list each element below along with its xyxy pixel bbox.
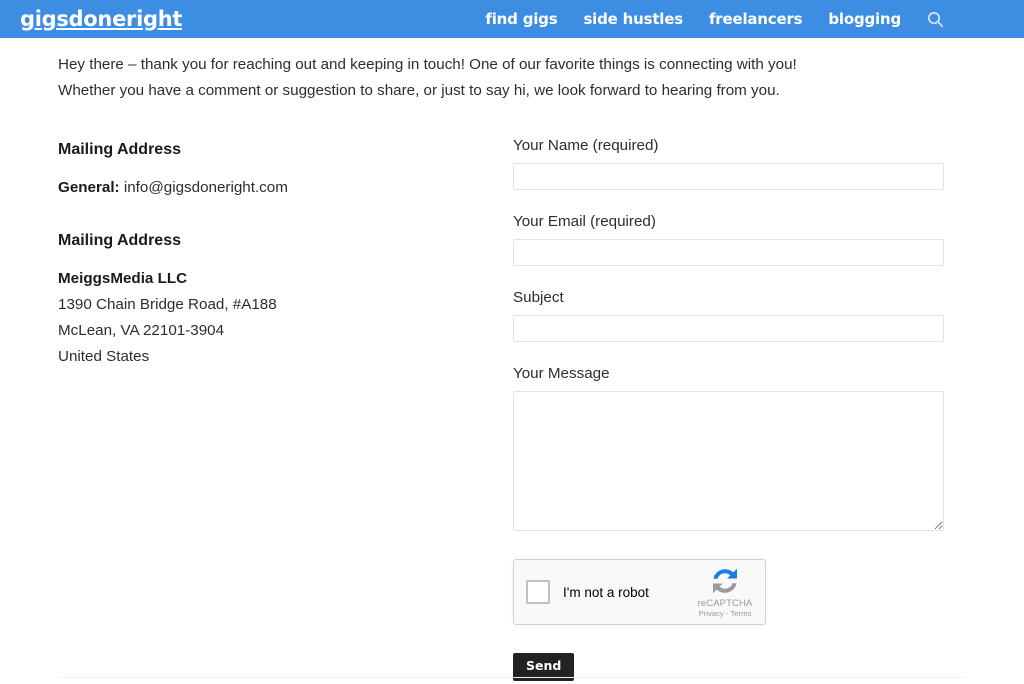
subject-label: Subject: [513, 289, 564, 306]
page-content: Hey there – thank you for reaching out a…: [0, 38, 1024, 681]
message-textarea[interactable]: [513, 391, 944, 531]
email-input[interactable]: [513, 239, 944, 266]
intro-paragraph: Hey there – thank you for reaching out a…: [58, 56, 797, 99]
email-label: Your Email (required): [513, 213, 656, 230]
mailing-address-heading-1: Mailing Address: [58, 141, 181, 158]
nav-blogging[interactable]: blogging: [828, 10, 901, 28]
recaptcha-icon: [713, 568, 737, 594]
subject-input[interactable]: [513, 315, 944, 342]
name-input[interactable]: [513, 163, 944, 190]
contact-details-column: Mailing Address General: info@gigsdoneri…: [58, 136, 513, 370]
search-icon[interactable]: [927, 11, 944, 28]
search-icon-glyph: [927, 11, 944, 27]
country: United States: [58, 348, 150, 366]
recaptcha-label: I'm not a robot: [563, 584, 649, 600]
message-field-group: Your Message: [513, 364, 966, 531]
nav-side-hustles[interactable]: side hustles: [583, 10, 683, 28]
site-header: gigsdoneright find gigs side hustles fre…: [0, 0, 1024, 38]
site-logo[interactable]: gigsdoneright: [20, 8, 182, 30]
email-field-group: Your Email (required): [513, 212, 966, 266]
company-name: MeiggsMedia LLC: [58, 270, 188, 288]
content-bottom-divider: [58, 677, 966, 678]
message-label: Your Message: [513, 365, 610, 382]
subject-field-group: Subject: [513, 288, 966, 342]
general-contact-line: General: info@gigsdoneright.com: [58, 175, 513, 201]
contact-form: Your Name (required) Your Email (require…: [513, 136, 966, 681]
postal-address-block: MeiggsMedia LLC 1390 Chain Bridge Road, …: [58, 266, 513, 370]
content-columns: Mailing Address General: info@gigsdoneri…: [0, 136, 1024, 681]
recaptcha-widget[interactable]: I'm not a robot reCAPTCHA Privacy - Term…: [513, 559, 766, 625]
recaptcha-checkbox[interactable]: [526, 580, 550, 604]
recaptcha-legal-links[interactable]: Privacy - Terms: [691, 609, 759, 619]
mailing-address-heading-2: Mailing Address: [58, 232, 181, 250]
recaptcha-brand-name: reCAPTCHA: [697, 598, 753, 609]
main-navigation: find gigs side hustles freelancers blogg…: [485, 10, 974, 28]
name-field-group: Your Name (required): [513, 136, 966, 190]
nav-freelancers[interactable]: freelancers: [709, 10, 803, 28]
general-label: General:: [58, 179, 120, 197]
nav-find-gigs[interactable]: find gigs: [485, 10, 557, 28]
name-label: Your Name (required): [513, 137, 659, 154]
recaptcha-brand: reCAPTCHA Privacy - Terms: [691, 565, 765, 619]
general-email: info@gigsdoneright.com: [123, 179, 288, 197]
street-address: 1390 Chain Bridge Road, #A188: [58, 296, 277, 314]
city-state-zip: McLean, VA 22101-3904: [58, 322, 225, 340]
